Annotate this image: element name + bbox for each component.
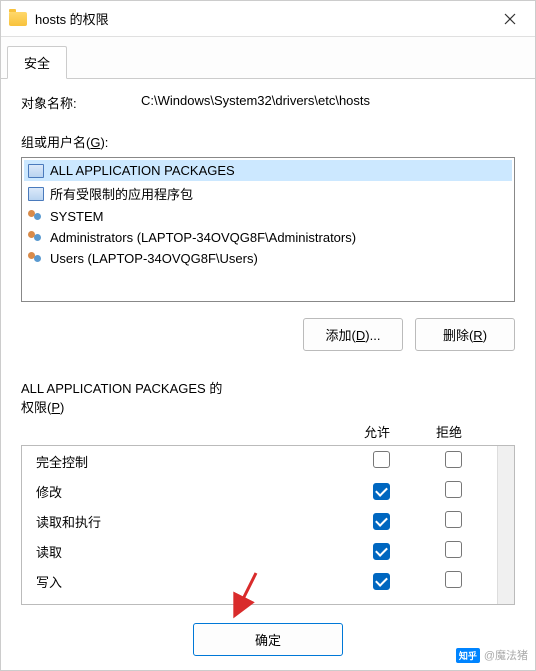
allow-checkbox[interactable]: [373, 483, 390, 500]
allow-checkbox[interactable]: [373, 451, 390, 468]
object-name-label: 对象名称:: [21, 93, 141, 112]
object-name-row: 对象名称: C:\Windows\System32\drivers\etc\ho…: [21, 93, 515, 112]
deny-checkbox[interactable]: [445, 511, 462, 528]
permission-row: 读取和执行: [22, 506, 497, 536]
group-item-label: SYSTEM: [50, 209, 103, 224]
permissions-columns: 允许 拒绝: [21, 420, 515, 445]
group-item[interactable]: 所有受限制的应用程序包: [24, 181, 512, 206]
col-deny-header: 拒绝: [413, 422, 485, 441]
properties-dialog: hosts 的权限 安全 对象名称: C:\Windows\System32\d…: [0, 0, 536, 671]
titlebar: hosts 的权限: [1, 1, 535, 37]
permission-name: 完全控制: [36, 452, 345, 471]
permission-row: 修改: [22, 476, 497, 506]
group-item-label: 所有受限制的应用程序包: [50, 184, 193, 203]
window-title: hosts 的权限: [35, 9, 487, 28]
group-item[interactable]: ALL APPLICATION PACKAGES: [24, 160, 512, 181]
users-icon: [28, 210, 44, 224]
object-name-value: C:\Windows\System32\drivers\etc\hosts: [141, 93, 515, 112]
group-item[interactable]: SYSTEM: [24, 206, 512, 227]
tab-security[interactable]: 安全: [7, 46, 67, 79]
users-icon: [28, 252, 44, 266]
permission-name: 读取: [36, 542, 345, 561]
allow-checkbox[interactable]: [373, 543, 390, 560]
col-allow-header: 允许: [341, 422, 413, 441]
permission-name: 修改: [36, 482, 345, 501]
ok-button[interactable]: 确定: [193, 623, 343, 656]
add-button[interactable]: 添加(D)...: [303, 318, 403, 351]
package-icon: [28, 187, 44, 201]
permission-row: 完全控制: [22, 446, 497, 476]
permissions-header: ALL APPLICATION PACKAGES 的 权限(P): [21, 363, 515, 416]
groups-listbox[interactable]: ALL APPLICATION PACKAGES 所有受限制的应用程序包 SYSTE…: [21, 157, 515, 302]
group-item-label: Administrators (LAPTOP-34OVQG8F\Administ…: [50, 230, 356, 245]
permission-name: 读取和执行: [36, 512, 345, 531]
permissions-list: 完全控制修改读取和执行读取写入: [22, 446, 497, 604]
watermark: 知乎 @魔法猪: [456, 647, 528, 663]
deny-checkbox[interactable]: [445, 571, 462, 588]
permissions-list-wrap: 完全控制修改读取和执行读取写入: [21, 445, 515, 605]
users-icon: [28, 231, 44, 245]
group-item[interactable]: Administrators (LAPTOP-34OVQG8F\Administ…: [24, 227, 512, 248]
zhihu-logo-icon: 知乎: [456, 648, 480, 663]
allow-checkbox[interactable]: [373, 573, 390, 590]
package-icon: [28, 164, 44, 178]
close-icon: [504, 13, 516, 25]
permission-row: 写入: [22, 566, 497, 596]
deny-checkbox[interactable]: [445, 541, 462, 558]
group-buttons-row: 添加(D)... 删除(R): [21, 318, 515, 351]
watermark-text: @魔法猪: [484, 647, 528, 663]
tabs-row: 安全: [1, 37, 535, 79]
deny-checkbox[interactable]: [445, 451, 462, 468]
allow-checkbox[interactable]: [373, 513, 390, 530]
scrollbar[interactable]: [497, 446, 514, 604]
deny-checkbox[interactable]: [445, 481, 462, 498]
remove-button[interactable]: 删除(R): [415, 318, 515, 351]
groups-label: 组或用户名(G):: [21, 132, 515, 151]
group-item-label: ALL APPLICATION PACKAGES: [50, 163, 235, 178]
tab-content: 对象名称: C:\Windows\System32\drivers\etc\ho…: [1, 79, 535, 619]
group-item-label: Users (LAPTOP-34OVQG8F\Users): [50, 251, 258, 266]
permission-row: 读取: [22, 536, 497, 566]
permission-name: 写入: [36, 572, 345, 591]
group-item[interactable]: Users (LAPTOP-34OVQG8F\Users): [24, 248, 512, 269]
close-button[interactable]: [487, 1, 533, 36]
folder-icon: [9, 12, 27, 26]
